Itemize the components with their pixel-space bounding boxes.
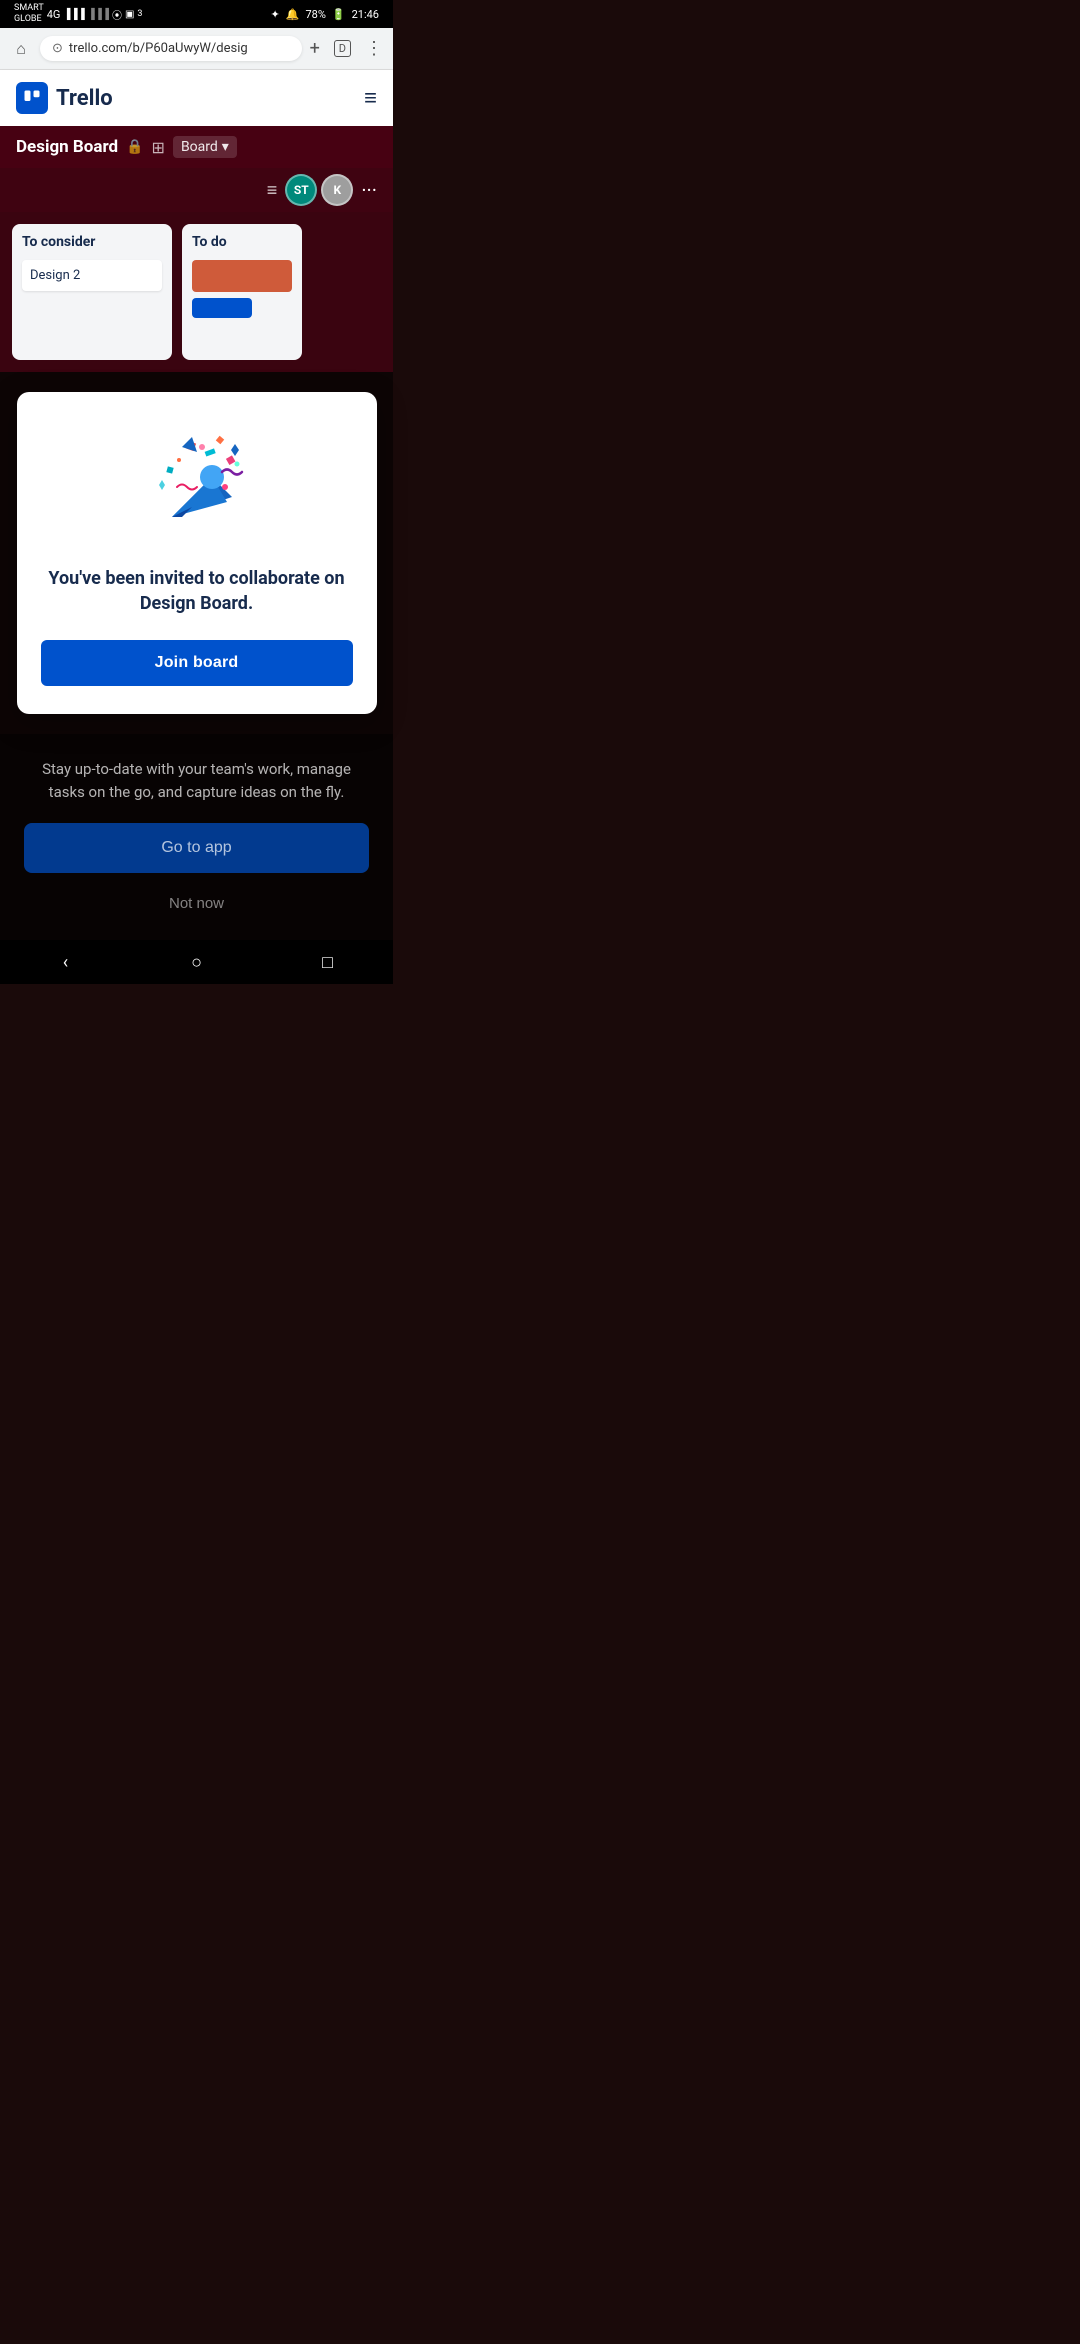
not-now-button[interactable]: Not now (161, 887, 232, 920)
member-avatar-st[interactable]: ST (285, 174, 317, 206)
trello-logo: Trello (16, 82, 113, 114)
list-card-design2[interactable]: Design 2 (22, 260, 162, 291)
browser-actions: + D ⋮ (310, 38, 383, 59)
new-tab-button[interactable]: + (310, 38, 320, 59)
invite-modal: You've been invited to collaborate on De… (17, 392, 377, 714)
wifi-icon: ⦿ (112, 7, 122, 22)
list-title-todo: To do (192, 234, 292, 250)
battery-icon: 🔋 (332, 8, 346, 21)
trello-logo-text: Trello (56, 86, 113, 111)
trello-header: Trello ≡ (0, 70, 393, 126)
board-view-label: Board (181, 139, 218, 155)
board-list-consider: To consider Design 2 (12, 224, 172, 360)
board-view-dropdown[interactable]: Board ▾ (173, 136, 237, 158)
board-title: Design Board (16, 137, 118, 157)
invite-message: You've been invited to collaborate on De… (41, 566, 353, 616)
board-title-area: Design Board 🔒 ⊞ Board ▾ (16, 136, 237, 158)
board-members-row: ≡ ST K ··· (0, 168, 393, 212)
signal2-icon: ▐▐▐ (88, 9, 109, 20)
network-icon: 4G (47, 8, 61, 21)
hamburger-menu-button[interactable]: ≡ (364, 85, 377, 111)
carrier-text: SMARTGLOBE (14, 3, 44, 25)
board-toolbar: Design Board 🔒 ⊞ Board ▾ (0, 126, 393, 168)
browser-chrome: ⌂ ⊙ trello.com/b/P60aUwyW/desig + D ⋮ (0, 28, 393, 70)
board-view-icon: ⊞ (152, 138, 165, 157)
confetti-illustration (137, 422, 257, 542)
menu-button[interactable]: ⋮ (365, 38, 383, 59)
time-display: 21:46 (352, 8, 379, 21)
signal-icon: ▐▐▐ (63, 9, 84, 20)
trello-logo-icon (16, 82, 48, 114)
tab-switcher-button[interactable]: D (334, 40, 351, 57)
status-bar: SMARTGLOBE 4G ▐▐▐ ▐▐▐ ⦿ ▣ 3 ✦ 🔔 78% 🔋 21… (0, 0, 393, 28)
android-nav-bar: ‹ ○ □ (0, 940, 393, 984)
url-security-icon: ⊙ (52, 41, 63, 56)
home-button[interactable]: ○ (177, 947, 217, 977)
cast-icon: ▣ (125, 9, 134, 20)
join-board-button[interactable]: Join board (41, 640, 353, 686)
browser-home-button[interactable]: ⌂ (10, 38, 32, 60)
modal-overlay: You've been invited to collaborate on De… (0, 372, 393, 734)
app-section: Stay up-to-date with your team's work, m… (0, 734, 393, 940)
chevron-down-icon: ▾ (222, 139, 229, 155)
status-right: ✦ 🔔 78% 🔋 21:46 (271, 8, 379, 21)
board-list-todo: To do (182, 224, 302, 360)
battery-text: 78% (305, 8, 325, 21)
app-description: Stay up-to-date with your team's work, m… (24, 758, 369, 803)
lock-icon: 🔒 (126, 139, 143, 155)
member-avatar-k[interactable]: K (321, 174, 353, 206)
filter-icon[interactable]: ≡ (267, 180, 278, 201)
url-text: trello.com/b/P60aUwyW/desig (69, 41, 248, 56)
bluetooth-icon: ✦ (271, 8, 280, 21)
board-members-area: ST K ··· (285, 174, 377, 206)
go-to-app-button[interactable]: Go to app (24, 823, 369, 873)
number-badge: 3 (137, 9, 142, 19)
url-bar[interactable]: ⊙ trello.com/b/P60aUwyW/desig (40, 36, 302, 61)
silent-icon: 🔔 (286, 8, 300, 21)
card-blue-bar (192, 298, 252, 318)
recent-apps-button[interactable]: □ (308, 947, 348, 977)
board-content: To consider Design 2 To do (0, 212, 393, 372)
back-button[interactable]: ‹ (46, 947, 86, 977)
more-options-button[interactable]: ··· (361, 178, 377, 202)
list-title-consider: To consider (22, 234, 162, 250)
status-left: SMARTGLOBE 4G ▐▐▐ ▐▐▐ ⦿ ▣ 3 (14, 3, 142, 25)
card-orange-bar (192, 260, 292, 292)
